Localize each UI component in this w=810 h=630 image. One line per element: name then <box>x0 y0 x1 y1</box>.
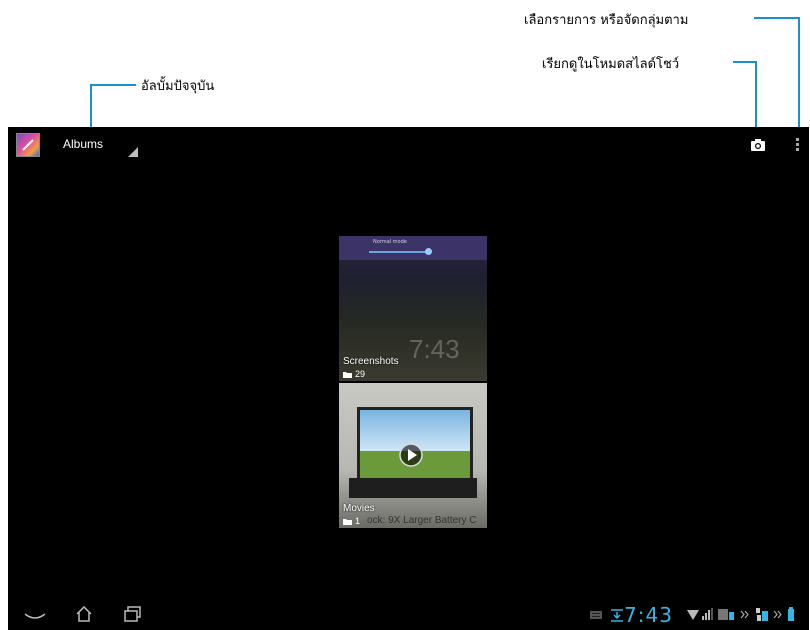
folder-icon <box>343 519 352 526</box>
callout-line-camera-v <box>755 61 757 133</box>
album-count: 1 <box>355 516 361 526</box>
folder-icon <box>343 372 352 379</box>
album-name: Screenshots <box>343 356 399 367</box>
thumbnail-slider <box>369 251 429 253</box>
camera-icon[interactable] <box>751 139 765 151</box>
thumbnail-caption: ock: 9X Larger Battery C <box>367 515 477 526</box>
callout-line-camera-h <box>733 61 757 63</box>
signal-icon <box>702 608 713 620</box>
callout-line-album-h <box>90 84 136 86</box>
wifi-icon <box>687 610 699 620</box>
chevron-right-icon <box>773 610 782 619</box>
battery-icon <box>718 609 734 620</box>
album-card-movies[interactable]: ock: 9X Larger Battery C Movies 1 <box>339 383 487 528</box>
play-icon[interactable] <box>399 443 423 467</box>
tablet-screen: Albums Normal mode 7:43 Screenshots 29 o… <box>8 127 809 630</box>
thumbnail-clock: 7:43 <box>409 334 460 364</box>
thumbnail-quicksettings: Normal mode <box>339 236 487 260</box>
callout-current-album: อัลบั้มปัจจุบัน <box>141 79 215 94</box>
album-title[interactable]: Albums <box>63 137 103 151</box>
callout-slideshow: เรียกดูในโหมดสไลด์โชว์ <box>542 57 680 72</box>
album-count-row: 1 <box>343 516 360 526</box>
callout-select-group: เลือกรายการ หรือจัดกลุ่มตาม <box>524 13 689 28</box>
dropdown-arrow-icon[interactable] <box>128 147 138 157</box>
system-bar: 7:43 <box>8 600 809 630</box>
keyboard-icon <box>590 611 602 619</box>
recent-apps-icon[interactable] <box>124 606 142 622</box>
callout-line-menu-h <box>754 17 800 19</box>
overflow-menu-icon[interactable] <box>796 138 800 152</box>
home-icon[interactable] <box>75 606 93 622</box>
album-count: 29 <box>355 369 366 379</box>
sd-icon <box>611 609 623 622</box>
action-bar: Albums <box>8 127 809 163</box>
battery-level-icon <box>788 607 794 621</box>
callout-line-album-v <box>90 84 92 132</box>
callout-line-menu-v <box>798 17 800 133</box>
thumbnail-mode-text: Normal mode <box>373 239 407 245</box>
usb-icon <box>756 608 768 621</box>
thumbnail-slider-knob <box>425 248 432 255</box>
album-count-row: 29 <box>343 369 365 379</box>
thumbnail-keyboard-dock <box>349 478 477 498</box>
album-card-screenshots[interactable]: Normal mode 7:43 Screenshots 29 <box>339 236 487 381</box>
album-name: Movies <box>343 503 375 514</box>
chevron-right-icon <box>740 610 749 619</box>
gallery-app-icon[interactable] <box>16 133 40 157</box>
back-icon[interactable] <box>24 612 46 622</box>
clock: 7:43 <box>624 603 673 627</box>
